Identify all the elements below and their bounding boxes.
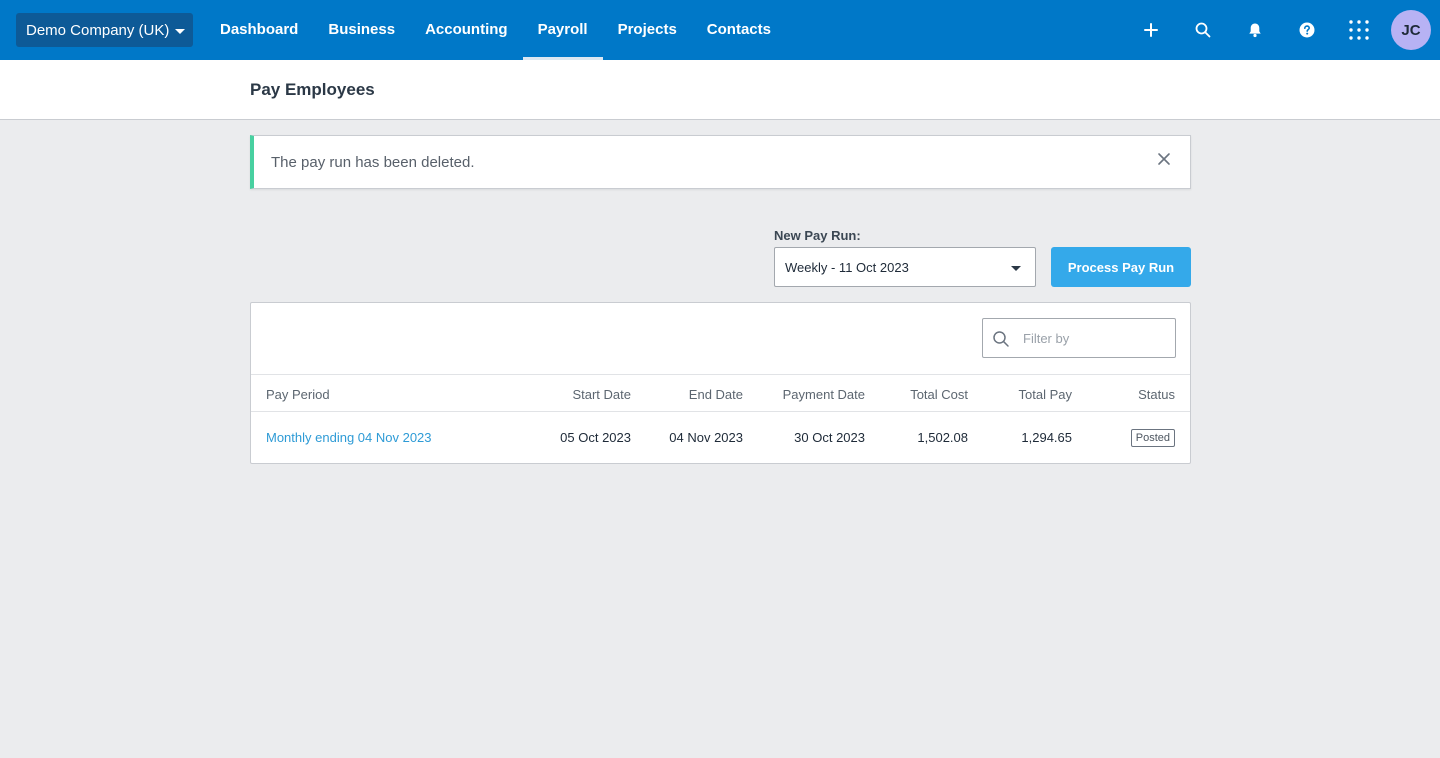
column-header-total-pay[interactable]: Total Pay xyxy=(1019,387,1072,402)
notification-message: The pay run has been deleted. xyxy=(271,154,475,171)
total-pay-cell: 1,294.65 xyxy=(1021,430,1072,445)
table-row[interactable]: Monthly ending 04 Nov 2023 05 Oct 2023 0… xyxy=(251,412,1190,464)
filter-input[interactable] xyxy=(1023,319,1171,357)
column-header-total-cost[interactable]: Total Cost xyxy=(910,387,968,402)
nav-dashboard[interactable]: Dashboard xyxy=(205,0,313,60)
nav-projects[interactable]: Projects xyxy=(603,0,692,60)
nav-accounting[interactable]: Accounting xyxy=(410,0,523,60)
plus-icon[interactable] xyxy=(1138,17,1164,43)
payment-date-cell: 30 Oct 2023 xyxy=(794,430,865,445)
column-header-start-date[interactable]: Start Date xyxy=(572,387,631,402)
total-cost-cell: 1,502.08 xyxy=(917,430,968,445)
column-header-pay-period[interactable]: Pay Period xyxy=(266,387,330,402)
status-badge: Posted xyxy=(1130,429,1175,447)
column-header-payment-date[interactable]: Payment Date xyxy=(783,387,865,402)
success-notification: The pay run has been deleted. xyxy=(250,135,1191,189)
table-header: Pay Period Start Date End Date Payment D… xyxy=(251,374,1190,412)
pay-run-schedule-select[interactable]: Weekly - 11 Oct 2023 xyxy=(774,247,1036,287)
close-icon[interactable] xyxy=(1156,151,1172,167)
search-icon xyxy=(992,330,1010,348)
help-icon[interactable] xyxy=(1294,17,1320,43)
column-header-status[interactable]: Status xyxy=(1138,387,1175,402)
top-nav-bar: Demo Company (UK) Dashboard Business Acc… xyxy=(0,0,1440,60)
bell-icon[interactable] xyxy=(1242,17,1268,43)
pay-runs-card: Pay Period Start Date End Date Payment D… xyxy=(250,302,1191,464)
user-avatar[interactable]: JC xyxy=(1391,10,1431,50)
apps-grid-icon[interactable] xyxy=(1346,17,1372,43)
new-pay-run-label: New Pay Run: xyxy=(774,228,861,243)
column-header-end-date[interactable]: End Date xyxy=(689,387,743,402)
page-header: Pay Employees xyxy=(0,60,1440,120)
chevron-down-icon xyxy=(1011,266,1021,271)
pay-run-schedule-value: Weekly - 11 Oct 2023 xyxy=(785,259,909,275)
organisation-name: Demo Company (UK) xyxy=(26,21,170,39)
process-pay-run-button[interactable]: Process Pay Run xyxy=(1051,247,1191,287)
search-icon[interactable] xyxy=(1190,17,1216,43)
filter-box[interactable] xyxy=(982,318,1176,358)
organisation-switcher[interactable]: Demo Company (UK) xyxy=(16,13,193,47)
start-date-cell: 05 Oct 2023 xyxy=(560,430,631,445)
nav-business[interactable]: Business xyxy=(313,0,410,60)
nav-contacts[interactable]: Contacts xyxy=(692,0,786,60)
main-nav: Dashboard Business Accounting Payroll Pr… xyxy=(205,0,786,60)
nav-payroll[interactable]: Payroll xyxy=(522,0,603,60)
end-date-cell: 04 Nov 2023 xyxy=(669,430,743,445)
pay-period-link[interactable]: Monthly ending 04 Nov 2023 xyxy=(266,430,432,445)
chevron-down-icon xyxy=(175,28,186,34)
page-title: Pay Employees xyxy=(250,80,375,99)
